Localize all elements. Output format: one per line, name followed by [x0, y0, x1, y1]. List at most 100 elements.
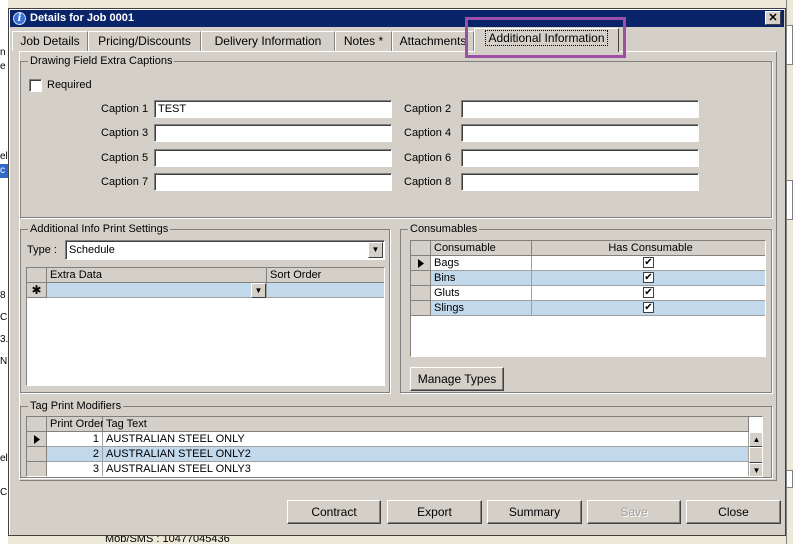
tab-attachments[interactable]: Attachments: [392, 31, 474, 51]
row-pointer-icon: [411, 256, 431, 271]
caption-8-label: Caption 8: [404, 176, 452, 188]
scroll-up-icon[interactable]: ▲: [749, 432, 762, 447]
summary-button[interactable]: Summary: [487, 500, 582, 524]
background-strip-text: ne: [0, 47, 6, 72]
tab-label: Additional Information: [485, 30, 608, 46]
consumables-group: Consumables Consumable Has Consumable Ba…: [400, 222, 772, 393]
caption-2-input[interactable]: [461, 100, 699, 118]
consumable-name[interactable]: Bins: [431, 271, 532, 286]
extra-data-cell[interactable]: [47, 283, 267, 298]
row-header: [27, 447, 47, 462]
consumables-grid: Consumable Has Consumable Bags ✔ Bins ✔ …: [410, 240, 766, 357]
consumable-name[interactable]: Bags: [431, 256, 532, 271]
drawing-captions-group: Drawing Field Extra Captions Required Ca…: [20, 54, 772, 218]
column-header-sort-order: Sort Order: [267, 268, 384, 283]
tag-modifiers-grid: Print Order Tag Text 1 AUSTRALIAN STEEL …: [26, 416, 763, 477]
group-label: Drawing Field Extra Captions: [28, 54, 175, 68]
has-consumable-cell[interactable]: ✔: [532, 271, 765, 286]
caption-4-label: Caption 4: [404, 127, 452, 139]
group-label: Consumables: [408, 222, 480, 236]
grid-corner: [411, 241, 431, 256]
row-header: [411, 271, 431, 286]
contract-button[interactable]: Contract: [287, 500, 381, 524]
required-checkbox[interactable]: [29, 79, 42, 92]
print-order-cell[interactable]: 2: [47, 447, 103, 462]
tab-label: Job Details: [20, 34, 80, 48]
caption-4-input[interactable]: [461, 124, 699, 142]
group-label: Additional Info Print Settings: [28, 222, 171, 236]
row-header: [411, 286, 431, 301]
chevron-down-icon[interactable]: ▼: [368, 242, 383, 258]
has-consumable-cell[interactable]: ✔: [532, 301, 765, 316]
row-header: [411, 301, 431, 316]
scrollbar-thumb[interactable]: [749, 447, 762, 463]
tab-delivery-information[interactable]: Delivery Information: [201, 31, 335, 51]
tag-text-cell[interactable]: AUSTRALIAN STEEL ONLY3: [103, 462, 749, 476]
tab-notes[interactable]: Notes *: [335, 31, 392, 51]
row-pointer-icon: [27, 432, 47, 447]
caption-1-input[interactable]: TEST: [154, 100, 392, 118]
caption-3-input[interactable]: [154, 124, 392, 142]
tag-text-cell[interactable]: AUSTRALIAN STEEL ONLY2: [103, 447, 749, 462]
required-label: Required: [47, 79, 92, 91]
tab-label: Attachments: [399, 34, 467, 48]
print-order-cell[interactable]: 1: [47, 432, 103, 447]
chevron-down-icon[interactable]: ▼: [251, 283, 266, 298]
background-strip-text-4: el C: [0, 453, 8, 498]
caption-3-label: Caption 3: [101, 127, 149, 139]
check-icon[interactable]: ✔: [643, 272, 654, 283]
column-header-consumable: Consumable: [431, 241, 532, 256]
has-consumable-cell[interactable]: ✔: [532, 286, 765, 301]
consumable-name[interactable]: Gluts: [431, 286, 532, 301]
save-button[interactable]: Save: [587, 500, 681, 524]
title-bar: i Details for Job 0001 ✕: [10, 10, 784, 27]
export-button[interactable]: Export: [387, 500, 482, 524]
caption-1-label: Caption 1: [101, 103, 149, 115]
close-button[interactable]: Close: [686, 500, 781, 524]
tag-text-cell[interactable]: AUSTRALIAN STEEL ONLY: [103, 432, 749, 447]
check-icon[interactable]: ✔: [643, 302, 654, 313]
caption-2-label: Caption 2: [404, 103, 452, 115]
grid-corner: [27, 417, 47, 432]
background-right-strip: [786, 0, 793, 544]
tab-label: Delivery Information: [214, 34, 322, 48]
column-header-extra-data: Extra Data: [47, 268, 267, 283]
tab-additional-information[interactable]: Additional Information: [474, 28, 619, 52]
tab-panel: Drawing Field Extra Captions Required Ca…: [19, 51, 777, 481]
caption-6-label: Caption 6: [404, 152, 452, 164]
has-consumable-cell[interactable]: ✔: [532, 256, 765, 271]
type-label: Type :: [27, 244, 57, 256]
background-strip-text-2: el c: [0, 151, 8, 178]
background-right-box-3: [786, 470, 793, 488]
type-select[interactable]: Schedule: [65, 240, 385, 260]
tab-job-details[interactable]: Job Details: [12, 31, 88, 51]
row-header: [27, 462, 47, 476]
scroll-down-icon[interactable]: ▼: [749, 463, 762, 476]
consumable-name[interactable]: Slings: [431, 301, 532, 316]
tab-label: Pricing/Discounts: [98, 34, 191, 48]
background-strip-text-3: 8 C 3. N: [0, 290, 9, 367]
info-icon: i: [13, 12, 26, 25]
caption-5-input[interactable]: [154, 149, 392, 167]
caption-7-input[interactable]: [154, 173, 392, 191]
manage-types-button[interactable]: Manage Types: [410, 367, 504, 391]
new-row-marker: ✱: [27, 283, 47, 298]
background-right-box: [786, 25, 793, 65]
caption-6-input[interactable]: [461, 149, 699, 167]
caption-8-input[interactable]: [461, 173, 699, 191]
close-icon[interactable]: ✕: [765, 11, 781, 25]
group-label: Tag Print Modifiers: [28, 399, 124, 413]
extra-data-grid: Extra Data Sort Order ✱ ▼: [26, 267, 385, 386]
column-header-tag-text: Tag Text: [103, 417, 749, 432]
caption-7-label: Caption 7: [101, 176, 149, 188]
tab-pricing-discounts[interactable]: Pricing/Discounts: [88, 31, 201, 51]
window-title: Details for Job 0001: [30, 12, 134, 24]
column-header-print-order: Print Order: [47, 417, 104, 432]
check-icon[interactable]: ✔: [643, 257, 654, 268]
print-order-cell[interactable]: 3: [47, 462, 103, 476]
check-icon[interactable]: ✔: [643, 287, 654, 298]
print-settings-group: Additional Info Print Settings Type : Sc…: [20, 222, 390, 393]
caption-5-label: Caption 5: [101, 152, 149, 164]
sort-order-cell[interactable]: [267, 283, 384, 298]
grid-corner: [27, 268, 47, 283]
